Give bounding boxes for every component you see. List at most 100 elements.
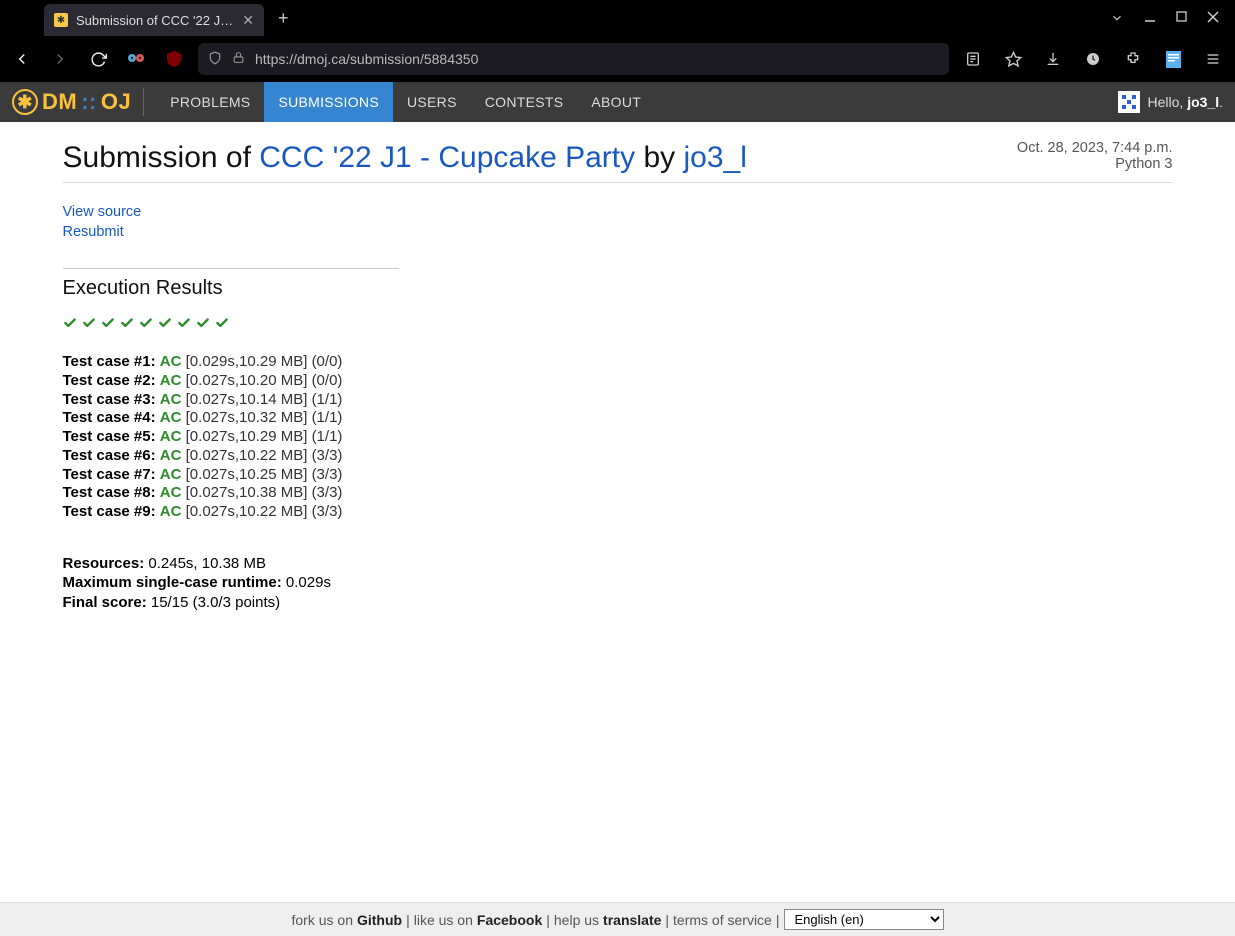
footer-facebook-link[interactable]: Facebook (477, 912, 542, 928)
author-link[interactable]: jo3_l (684, 141, 747, 174)
greeting-username[interactable]: jo3_l (1187, 94, 1219, 110)
new-tab-button[interactable]: + (278, 8, 289, 29)
case-stats: [0.027s,10.25 MB] (186, 466, 308, 483)
case-label: Test case #1: (63, 353, 156, 370)
case-points: (1/1) (312, 428, 343, 445)
footer-sep2: | (546, 912, 550, 928)
test-case-row: Test case #9: AC [0.027s,10.22 MB] (3/3) (63, 503, 1173, 522)
site-logo[interactable]: ✱ DM::OJ (12, 89, 131, 115)
footer-fork-pre: fork us on (292, 912, 353, 928)
check-icon (196, 316, 210, 335)
shield-icon (208, 51, 222, 68)
url-text: https://dmoj.ca/submission/5884350 (255, 51, 478, 67)
check-icon (215, 316, 229, 335)
footer-sep3: | (665, 912, 669, 928)
title-prefix: Submission of (63, 141, 260, 174)
by-label: by (635, 141, 683, 174)
logo-oj: OJ (101, 89, 131, 115)
user-avatar-icon[interactable] (1118, 91, 1140, 113)
close-window-icon[interactable] (1207, 11, 1219, 25)
case-points: (3/3) (312, 503, 343, 520)
score-label: Final score: (63, 594, 147, 611)
resubmit-link[interactable]: Resubmit (63, 223, 1173, 243)
case-label: Test case #2: (63, 372, 156, 389)
check-icon (177, 316, 191, 335)
case-stats: [0.027s,10.22 MB] (186, 503, 308, 520)
check-icon (63, 316, 77, 335)
footer: fork us on Github | like us on Facebook … (0, 902, 1235, 936)
back-button[interactable] (8, 45, 36, 73)
page-icon[interactable] (1159, 45, 1187, 73)
greeting: Hello, jo3_l. (1148, 94, 1223, 110)
case-status: AC (160, 447, 182, 464)
case-label: Test case #5: (63, 428, 156, 445)
footer-translate-link[interactable]: translate (603, 912, 661, 928)
check-icon (158, 316, 172, 335)
download-icon[interactable] (1039, 45, 1067, 73)
case-stats: [0.027s,10.22 MB] (186, 447, 308, 464)
bookmark-icon[interactable] (999, 45, 1027, 73)
case-status: AC (160, 353, 182, 370)
footer-sep1: | (406, 912, 410, 928)
nav-problems[interactable]: PROBLEMS (156, 82, 264, 122)
problem-link[interactable]: CCC '22 J1 - Cupcake Party (259, 141, 635, 174)
nav-contests[interactable]: CONTESTS (471, 82, 578, 122)
logo-colon: :: (81, 89, 97, 115)
case-points: (0/0) (312, 353, 343, 370)
footer-tos-link[interactable]: terms of service (673, 912, 772, 928)
nav-about[interactable]: ABOUT (577, 82, 655, 122)
case-status: AC (160, 484, 182, 501)
case-label: Test case #8: (63, 484, 156, 501)
reader-icon[interactable] (959, 45, 987, 73)
case-stats: [0.027s,10.20 MB] (186, 372, 308, 389)
view-source-link[interactable]: View source (63, 203, 1173, 223)
tab-title: Submission of CCC '22 J1 - Cup (76, 13, 234, 28)
language-select[interactable]: English (en) (784, 909, 944, 930)
extensions-icon[interactable] (1119, 45, 1147, 73)
nav-separator (143, 88, 144, 116)
reload-button[interactable] (84, 45, 112, 73)
case-stats: [0.027s,10.38 MB] (186, 484, 308, 501)
submission-language: Python 3 (1017, 156, 1173, 172)
score-value: 15/15 (3.0/3 points) (147, 594, 280, 611)
test-case-row: Test case #1: AC [0.029s,10.29 MB] (0/0) (63, 353, 1173, 372)
result-checks (63, 316, 1173, 335)
test-case-row: Test case #2: AC [0.027s,10.20 MB] (0/0) (63, 372, 1173, 391)
footer-help-pre: help us (554, 912, 599, 928)
extension-icon-1[interactable] (122, 45, 150, 73)
case-points: (3/3) (312, 447, 343, 464)
extension-icon-2[interactable] (160, 45, 188, 73)
case-status: AC (160, 372, 182, 389)
test-case-row: Test case #7: AC [0.027s,10.25 MB] (3/3) (63, 466, 1173, 485)
page-title: Submission of CCC '22 J1 - Cupcake Party… (63, 140, 747, 176)
resources-value: 0.245s, 10.38 MB (144, 555, 266, 572)
footer-sep4: | (776, 912, 780, 928)
check-icon (139, 316, 153, 335)
maximize-icon[interactable] (1176, 11, 1187, 25)
greeting-prefix: Hello, (1148, 94, 1188, 110)
clock-icon[interactable] (1079, 45, 1107, 73)
footer-github-link[interactable]: Github (357, 912, 402, 928)
chevron-down-icon[interactable] (1110, 11, 1124, 25)
case-points: (3/3) (312, 484, 343, 501)
results-heading: Execution Results (63, 277, 1173, 300)
menu-icon[interactable] (1199, 45, 1227, 73)
case-points: (0/0) (312, 372, 343, 389)
minimize-icon[interactable] (1144, 11, 1156, 25)
forward-button[interactable] (46, 45, 74, 73)
nav-submissions[interactable]: SUBMISSIONS (264, 82, 393, 122)
test-cases: Test case #1: AC [0.029s,10.29 MB] (0/0)… (63, 353, 1173, 522)
nav-users[interactable]: USERS (393, 82, 471, 122)
submission-date: Oct. 28, 2023, 7:44 p.m. (1017, 140, 1173, 156)
case-status: AC (160, 428, 182, 445)
case-stats: [0.029s,10.29 MB] (186, 353, 308, 370)
browser-tab[interactable]: ✱ Submission of CCC '22 J1 - Cup ✕ (44, 4, 264, 36)
address-bar[interactable]: https://dmoj.ca/submission/5884350 (198, 43, 949, 75)
case-status: AC (160, 466, 182, 483)
favicon-icon: ✱ (54, 13, 68, 27)
close-tab-icon[interactable]: ✕ (242, 12, 254, 29)
case-status: AC (160, 503, 182, 520)
case-points: (1/1) (312, 391, 343, 408)
test-case-row: Test case #6: AC [0.027s,10.22 MB] (3/3) (63, 447, 1173, 466)
test-case-row: Test case #3: AC [0.027s,10.14 MB] (1/1) (63, 391, 1173, 410)
